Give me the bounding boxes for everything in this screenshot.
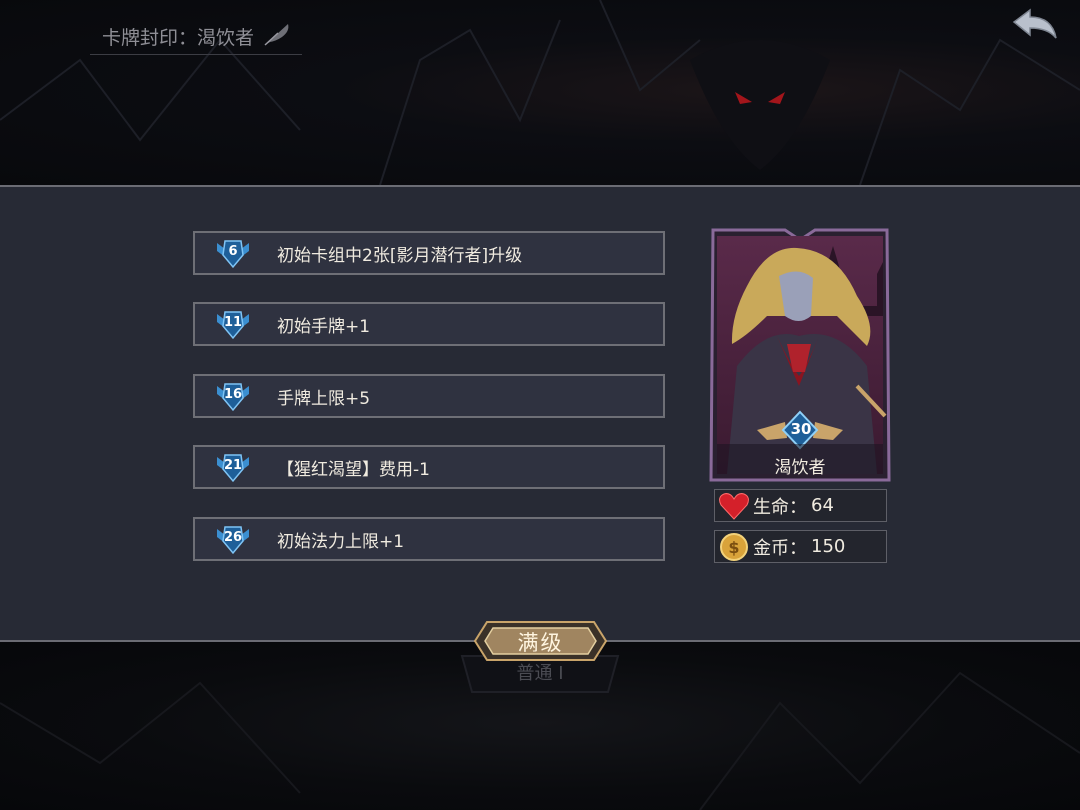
breadcrumb: 卡牌封印：渴饮者 (90, 21, 303, 55)
coin-icon: $ (717, 532, 751, 562)
heart-icon (717, 491, 751, 521)
winged-shield-badge-icon: 21 (215, 449, 251, 485)
gold-stat: $ 金币： 150 (714, 530, 887, 563)
character-portrait (709, 228, 891, 482)
bonus-row: 26 初始法力上限+1 (193, 517, 665, 561)
bonus-level: 16 (223, 387, 243, 402)
back-button[interactable] (1010, 8, 1060, 44)
bonus-text: 初始手牌+1 (277, 316, 371, 337)
gold-label: 金币： (753, 537, 807, 559)
character-card[interactable] (707, 226, 893, 484)
bonus-text: 手牌上限+5 (277, 388, 371, 409)
svg-text:$: $ (728, 538, 739, 557)
bonus-level: 11 (223, 315, 243, 330)
bonus-row: 16 手牌上限+5 (193, 374, 665, 418)
bonus-row: 6 初始卡组中2张[影月潜行者]升级 (193, 231, 665, 275)
life-stat: 生命： 64 (714, 489, 887, 522)
breadcrumb-title: 卡牌封印：渴饮者 (102, 26, 255, 49)
winged-shield-badge-icon: 16 (215, 378, 251, 414)
winged-shield-badge-icon: 26 (215, 521, 251, 557)
max-level-button[interactable]: 满级 (473, 618, 608, 664)
bonus-text: 初始法力上限+1 (277, 531, 405, 552)
max-level-label: 满级 (517, 631, 564, 655)
bonus-level: 21 (223, 458, 243, 473)
character-level: 30 (790, 420, 812, 438)
character-name: 渴饮者 (774, 458, 826, 478)
gold-value: 150 (811, 536, 846, 557)
bonus-row: 21 【猩红渴望】费用-1 (193, 445, 665, 489)
bonus-text: 【猩红渴望】费用-1 (277, 459, 430, 480)
winged-shield-badge-icon: 11 (215, 306, 251, 342)
bonus-row: 11 初始手牌+1 (193, 302, 665, 346)
winged-shield-badge-icon: 6 (215, 235, 251, 271)
quill-icon (262, 21, 292, 52)
life-label: 生命： (753, 496, 807, 518)
bonus-level: 6 (228, 244, 238, 259)
bonus-level: 26 (223, 530, 243, 545)
back-arrow-icon (1012, 8, 1057, 39)
bonus-text: 初始卡组中2张[影月潜行者]升级 (277, 245, 523, 266)
life-value: 64 (811, 495, 834, 516)
